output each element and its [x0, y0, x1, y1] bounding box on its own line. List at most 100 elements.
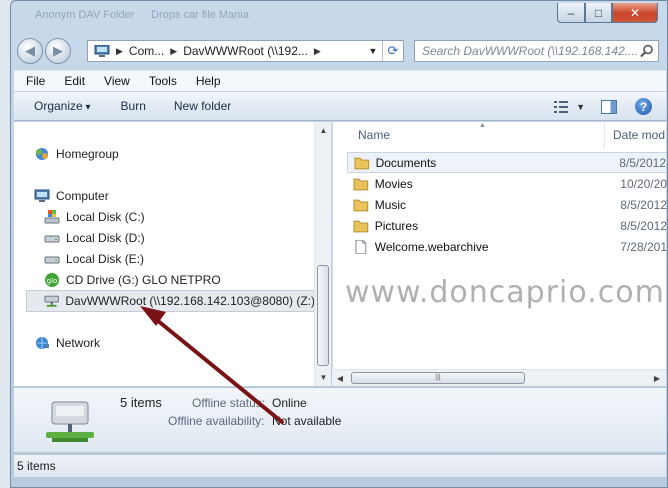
close-button[interactable]: ✕	[612, 3, 658, 23]
explorer-window: Anonym DAV Folder Drops car file Mania –…	[10, 0, 668, 488]
column-header-name[interactable]: Name	[333, 122, 605, 148]
command-bar: Organize Burn New folder ▼ ?	[14, 92, 666, 121]
folder-icon	[353, 178, 369, 190]
drive-icon	[44, 235, 60, 243]
forward-arrow-icon: ▶	[53, 43, 63, 58]
address-dropdown-icon[interactable]: ▼	[365, 41, 381, 61]
sidebar-item-davwwwroot[interactable]: DavWWWRoot (\\192.168.142.103@8080) (Z:)	[26, 290, 316, 312]
address-bar[interactable]: ▶ Com... ▶ DavWWWRoot (\\192... ▶ ▼ ⟳	[87, 40, 404, 62]
folder-icon	[354, 157, 370, 169]
search-icon[interactable]	[640, 44, 654, 58]
file-row[interactable]: Pictures 8/5/2012	[347, 215, 667, 236]
title-bar[interactable]: Anonym DAV Folder Drops car file Mania –…	[11, 1, 667, 31]
sidebar-item-label: Computer	[56, 189, 109, 203]
burn-button[interactable]: Burn	[121, 99, 146, 113]
menu-help[interactable]: Help	[185, 74, 229, 88]
folder-icon	[353, 199, 369, 211]
sidebar-item-drive-e[interactable]: Local Disk (E:)	[44, 249, 144, 269]
status-bar: 5 items	[14, 454, 666, 477]
offline-availability-value: Not available	[272, 414, 342, 428]
file-name: Documents	[375, 155, 437, 170]
menu-file[interactable]: File	[14, 74, 53, 88]
navigation-pane: Homegroup Computer Local Disk (C:) Local…	[14, 122, 316, 386]
search-input[interactable]: Search DavWWWRoot (\\192.168.142....	[414, 40, 659, 62]
file-list-pane: ▲ Name Date mod Documents 8/5/2012 Movie…	[332, 122, 667, 386]
breadcrumb-separator-icon[interactable]: ▶	[170, 46, 177, 57]
back-button[interactable]: ◀	[17, 38, 43, 64]
details-item-count: 5 items	[120, 395, 162, 410]
homegroup-icon	[36, 148, 48, 160]
title-ghost-text: Drops car file Mania	[151, 9, 249, 21]
breadcrumb-separator-icon[interactable]: ▶	[314, 46, 321, 57]
menu-view[interactable]: View	[93, 74, 138, 88]
sidebar-item-homegroup[interactable]: Homegroup	[34, 144, 119, 164]
breadcrumb-separator-icon[interactable]: ▶	[116, 46, 123, 57]
network-drive-large-icon	[46, 401, 94, 442]
file-list-hscrollbar[interactable]: ◀ ||| ▶	[332, 369, 666, 386]
offline-status-label: Offline status:	[192, 396, 266, 410]
file-date: 7/28/201	[620, 239, 667, 254]
offline-availability-label: Offline availability:	[168, 414, 265, 428]
breadcrumb-computer[interactable]: Com...	[129, 44, 164, 58]
file-row[interactable]: Movies 10/20/20	[347, 173, 667, 194]
sidebar-item-label: CD Drive (G:) GLO NETPRO	[66, 273, 221, 287]
help-icon[interactable]: ?	[635, 98, 652, 115]
document-icon	[355, 239, 367, 254]
menu-bar: File Edit View Tools Help	[14, 70, 666, 91]
scroll-down-icon[interactable]: ▼	[315, 369, 332, 385]
organize-button[interactable]: Organize	[34, 99, 91, 113]
scrollbar-thumb[interactable]: |||	[351, 372, 525, 384]
watermark-text: www.doncaprio.com	[345, 275, 665, 310]
sidebar-item-label: DavWWWRoot (\\192.168.142.103@8080) (Z:)	[65, 294, 315, 308]
sidebar-item-network[interactable]: Network	[34, 333, 100, 353]
sidebar-item-drive-d[interactable]: Local Disk (D:)	[44, 228, 145, 248]
file-row[interactable]: Documents 8/5/2012	[347, 152, 667, 173]
breadcrumb-davwwwroot[interactable]: DavWWWRoot (\\192...	[183, 44, 308, 58]
preview-pane-icon[interactable]	[601, 99, 617, 114]
minimize-button[interactable]: –	[557, 3, 585, 23]
view-dropdown-icon[interactable]: ▼	[576, 102, 585, 112]
sidebar-item-drive-c[interactable]: Local Disk (C:)	[44, 207, 145, 227]
details-pane: 5 items Offline status: Online Offline a…	[14, 387, 666, 452]
column-header-date[interactable]: Date mod	[605, 122, 667, 148]
back-arrow-icon: ◀	[25, 43, 35, 58]
status-item-count: 5 items	[17, 459, 56, 473]
title-ghost-text: Anonym DAV Folder	[35, 9, 135, 21]
file-name: Movies	[374, 176, 413, 191]
file-date: 8/5/2012	[619, 155, 666, 170]
file-name: Pictures	[374, 218, 419, 233]
file-date: 10/20/20	[620, 176, 667, 191]
scroll-up-icon[interactable]: ▲	[315, 122, 332, 138]
file-date: 8/5/2012	[620, 218, 667, 233]
file-name: Music	[374, 197, 407, 212]
folder-icon	[353, 220, 369, 232]
forward-button[interactable]: ▶	[45, 38, 71, 64]
sidebar-item-cd-drive[interactable]: glo CD Drive (G:) GLO NETPRO	[44, 270, 221, 290]
maximize-button[interactable]: □	[585, 3, 612, 23]
computer-icon	[94, 45, 110, 57]
file-date: 8/5/2012	[620, 197, 667, 212]
new-folder-button[interactable]: New folder	[174, 99, 231, 113]
sidebar-item-label: Homegroup	[56, 147, 119, 161]
navigation-row: ◀ ▶ ▶ Com... ▶ DavWWWRoot (\\192... ▶ ▼ …	[11, 34, 667, 68]
menu-edit[interactable]: Edit	[53, 74, 93, 88]
cd-drive-icon: glo	[45, 273, 59, 287]
network-drive-icon	[44, 295, 59, 307]
sidebar-item-label: Local Disk (C:)	[66, 210, 145, 224]
file-name: Welcome.webarchive	[374, 239, 489, 254]
file-row[interactable]: Music 8/5/2012	[347, 194, 667, 215]
refresh-icon[interactable]: ⟳	[382, 41, 403, 61]
file-row[interactable]: Welcome.webarchive 7/28/201	[347, 236, 667, 257]
sidebar-item-computer[interactable]: Computer	[34, 186, 109, 206]
scroll-left-icon[interactable]: ◀	[332, 370, 348, 386]
menu-tools[interactable]: Tools	[138, 74, 185, 88]
sidebar-item-label: Local Disk (D:)	[66, 231, 145, 245]
nav-pane-scrollbar[interactable]: ▲ ▼	[314, 122, 331, 386]
change-view-icon[interactable]	[554, 100, 570, 113]
scrollbar-thumb[interactable]	[317, 265, 329, 366]
windows-drive-icon	[44, 210, 60, 224]
search-placeholder: Search DavWWWRoot (\\192.168.142....	[422, 44, 639, 58]
network-icon	[36, 337, 49, 349]
sidebar-item-label: Network	[56, 336, 101, 350]
scroll-right-icon[interactable]: ▶	[649, 370, 665, 386]
